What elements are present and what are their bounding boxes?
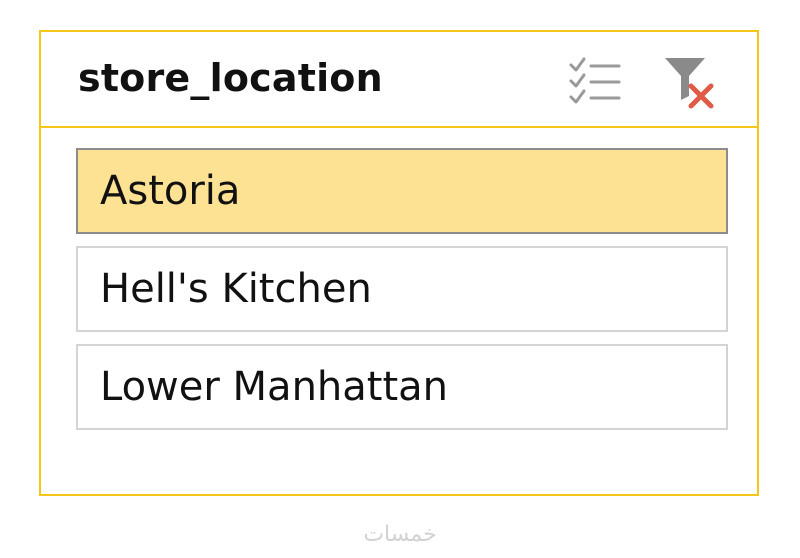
slicer-panel: store_location Astoria Hell's Kitchen Lo… (39, 30, 759, 496)
watermark: خمسات (363, 522, 437, 547)
slicer-item-label: Astoria (100, 168, 241, 214)
slicer-item-hells-kitchen[interactable]: Hell's Kitchen (76, 246, 728, 332)
slicer-item-list: Astoria Hell's Kitchen Lower Manhattan (76, 148, 728, 442)
clear-filter-icon[interactable] (661, 54, 717, 110)
slicer-item-label: Lower Manhattan (100, 364, 449, 410)
multi-select-icon[interactable] (567, 54, 623, 110)
slicer-item-label: Hell's Kitchen (100, 266, 372, 312)
slicer-item-astoria[interactable]: Astoria (76, 148, 728, 234)
slicer-title: store_location (78, 56, 383, 100)
slicer-item-lower-manhattan[interactable]: Lower Manhattan (76, 344, 728, 430)
slicer-header: store_location (41, 32, 757, 128)
